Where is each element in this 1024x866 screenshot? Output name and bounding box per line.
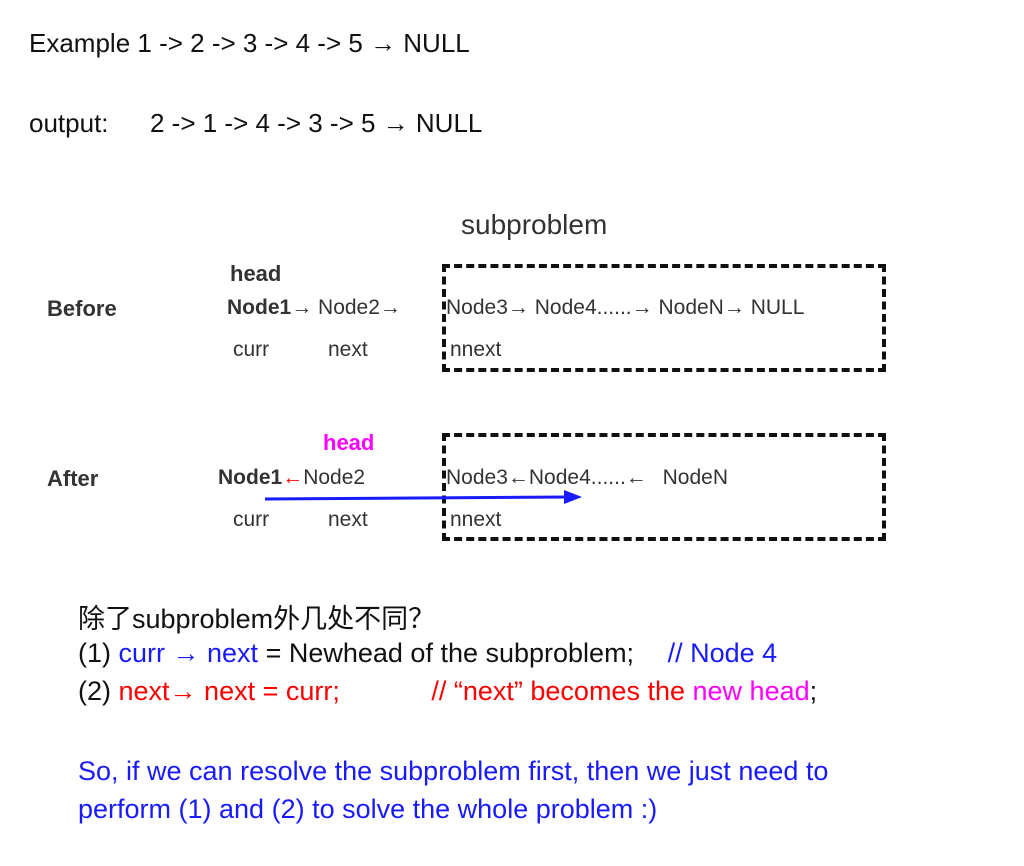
- note1-number: (1): [78, 638, 111, 668]
- blue-arrow-line: [264, 495, 569, 501]
- note-line-2: (2) next→ next = curr; // “next” becomes…: [78, 676, 817, 707]
- note2-number: (2): [78, 676, 111, 706]
- note2-code: next→ next = curr;: [118, 676, 340, 706]
- note1-code: curr → next: [118, 638, 259, 668]
- note-line-1: (1) curr → next = Newhead of the subprob…: [78, 638, 777, 669]
- summary-line-1: So, if we can resolve the subproblem fir…: [78, 756, 829, 786]
- question-line: 除了subproblem外几处不同？: [78, 604, 436, 634]
- blue-arrow-head: [564, 490, 582, 504]
- note2-new-head: new head: [692, 676, 810, 706]
- note2-end: ;: [809, 676, 818, 706]
- note1-comment: // Node 4: [667, 638, 778, 668]
- note2-comment: // “next” becomes the: [431, 676, 685, 706]
- diagram-overlay: [264, 490, 582, 504]
- note1-text: = Newhead of the subproblem;: [265, 638, 635, 668]
- summary-line-2: perform (1) and (2) to solve the whole p…: [78, 794, 658, 824]
